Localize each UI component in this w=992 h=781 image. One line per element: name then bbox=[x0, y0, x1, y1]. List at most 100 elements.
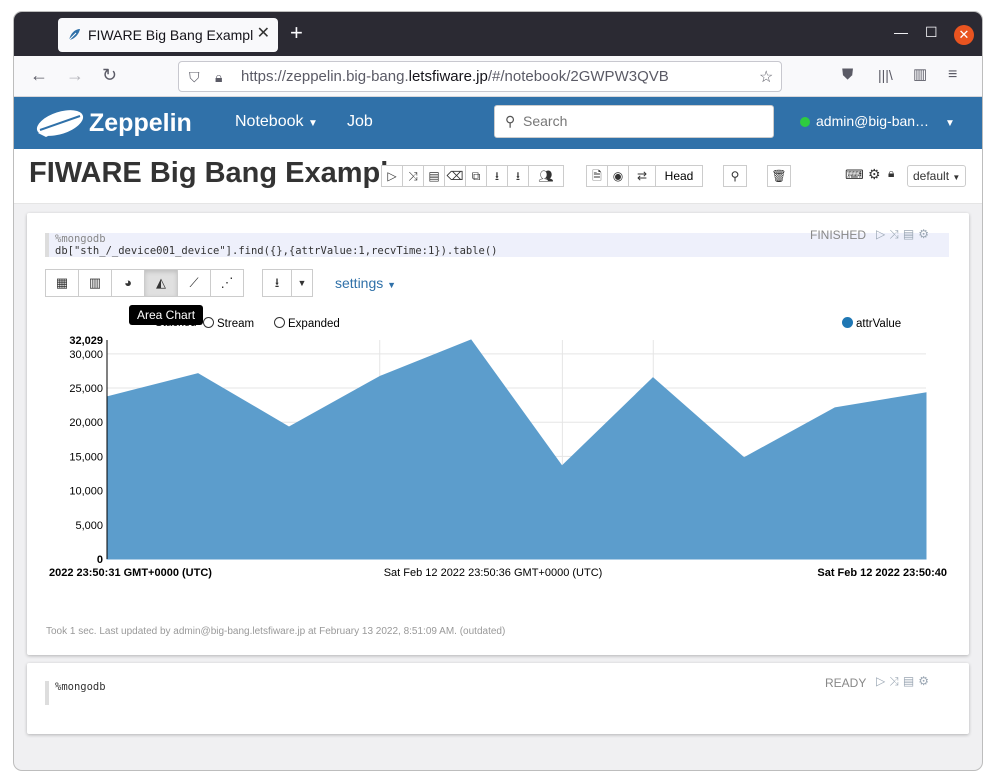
search-icon: ⚲ bbox=[505, 113, 516, 129]
shield-icon[interactable]: ⛉ bbox=[189, 69, 200, 86]
chart-settings-toggle[interactable]: settings ▼ bbox=[335, 275, 396, 291]
sidebar-icon[interactable]: ▥ bbox=[913, 65, 927, 85]
code-line-2: db["sth_/_device001_device"].find({},{at… bbox=[55, 245, 498, 257]
download-icon[interactable]: ⭳ bbox=[262, 269, 292, 297]
version-control-icon[interactable]: 🗎︎ bbox=[586, 165, 608, 187]
paragraph-1: %mongodb db["sth_/_device001_device"].fi… bbox=[27, 213, 969, 655]
permissions-icon[interactable]: 👥︎ bbox=[528, 165, 564, 187]
caret-down-icon: ▼ bbox=[944, 118, 955, 129]
new-tab-icon[interactable]: + bbox=[290, 22, 303, 44]
library-icon[interactable]: |||\ bbox=[878, 65, 893, 85]
clear-output-icon[interactable]: ⌫ bbox=[444, 165, 466, 187]
run-paragraph-icon[interactable]: ▷ bbox=[876, 674, 889, 688]
hide-editor-icon[interactable]: ⤨ bbox=[889, 227, 903, 241]
settings-gear-icon[interactable]: ⚙ bbox=[868, 166, 881, 183]
interpreter-label: default bbox=[913, 169, 950, 183]
y-tick-label: 15,000 bbox=[69, 451, 103, 463]
y-tick-label: 20,000 bbox=[69, 417, 103, 429]
user-menu[interactable]: admin@big-ban… ▼ bbox=[800, 113, 955, 129]
close-window-icon[interactable]: ✕ bbox=[954, 25, 974, 45]
scatter-chart-icon[interactable]: ⋰ bbox=[210, 269, 244, 297]
paragraph-footer: Took 1 sec. Last updated by admin@big-ba… bbox=[46, 626, 506, 637]
reload-icon[interactable]: ↻ bbox=[102, 65, 117, 85]
hide-output-paragraph-icon[interactable]: ▤ bbox=[903, 227, 918, 241]
export-icon[interactable]: ⭳ bbox=[486, 165, 508, 187]
code-line-1: %mongodb bbox=[55, 681, 106, 693]
download-caret-icon[interactable]: ▼ bbox=[291, 269, 313, 297]
run-paragraph-icon[interactable]: ▷ bbox=[876, 227, 889, 241]
browser-tab[interactable]: FIWARE Big Bang Exampl ✕ bbox=[58, 18, 278, 52]
area-chart: 0 5,000 10,000 15,000 20,000 25,000 30,000 32,… bbox=[49, 335, 947, 579]
notebook-title[interactable]: FIWARE Big Bang Example bbox=[29, 157, 404, 190]
y-axis-ticks: 0 5,000 10,000 15,000 20,000 25,000 30,000 bbox=[69, 349, 103, 566]
hide-editor-icon[interactable]: ⤨ bbox=[889, 674, 903, 688]
search-placeholder: Search bbox=[523, 113, 568, 129]
url-prefix: https://zeppelin.big-bang. bbox=[241, 68, 409, 85]
back-icon[interactable]: ← bbox=[30, 65, 48, 85]
bookmark-star-icon[interactable]: ☆ bbox=[759, 67, 773, 87]
paragraph-settings-icon[interactable]: ⚙ bbox=[918, 227, 933, 241]
line-chart-icon[interactable]: ⟋ bbox=[177, 269, 211, 297]
url-bar[interactable]: ⛉ 🔒︎ https://zeppelin.big-bang. letsfiwar… bbox=[178, 61, 782, 92]
hide-output-icon[interactable]: ▤ bbox=[423, 165, 445, 187]
zeppelin-brand[interactable]: Zeppelin bbox=[89, 109, 192, 138]
caret-down-icon: ▼ bbox=[307, 118, 318, 129]
paragraph-settings-icon[interactable]: ⚙ bbox=[918, 674, 933, 688]
y-max-label: 32,029 bbox=[69, 335, 103, 347]
commit-icon[interactable]: ◉ bbox=[607, 165, 629, 187]
paragraph-2-status: READY bbox=[825, 676, 867, 690]
online-status-icon bbox=[800, 117, 810, 128]
maximize-icon[interactable]: ☐ bbox=[925, 24, 938, 41]
search-input[interactable]: ⚲ Search bbox=[494, 105, 774, 138]
minimize-icon[interactable]: — bbox=[894, 24, 908, 40]
compare-icon[interactable]: ⇄ bbox=[628, 165, 656, 187]
hide-code-icon[interactable]: ⤨ bbox=[402, 165, 424, 187]
job-menu[interactable]: Job bbox=[347, 113, 373, 131]
nav-bar: ← → ↻ ⛉ 🔒︎ https://zeppelin.big-bang. let… bbox=[14, 56, 982, 97]
clone-icon[interactable]: ⧉ bbox=[465, 165, 487, 187]
settings-label: settings bbox=[335, 275, 384, 291]
x-label-left: 2022 23:50:31 GMT+0000 (UTC) bbox=[49, 567, 212, 579]
browser-window: FIWARE Big Bang Exampl ✕ + — ☐ ✕ ← → ↻ ⛉… bbox=[14, 12, 982, 770]
run-all-icon[interactable]: ▷ bbox=[381, 165, 403, 187]
y-tick-label: 5,000 bbox=[75, 520, 103, 532]
trash-icon[interactable]: 🗑︎ bbox=[767, 165, 791, 187]
paragraph-2: %mongodb READY ▷⤨▤⚙ bbox=[27, 663, 969, 734]
pie-chart-icon[interactable]: ◕ bbox=[111, 269, 145, 297]
export-ipynb-icon[interactable]: ⭳ bbox=[507, 165, 529, 187]
y-tick-label: 30,000 bbox=[69, 349, 103, 361]
url-suffix: /#/notebook/2GWPW3QVB bbox=[487, 68, 669, 85]
keyboard-shortcut-icon[interactable]: ⌨ bbox=[845, 167, 864, 183]
tab-title: FIWARE Big Bang Exampl bbox=[88, 27, 254, 43]
area-series-attrValue[interactable] bbox=[106, 339, 927, 560]
zeppelin-favicon-icon bbox=[68, 29, 80, 41]
search-code-icon[interactable]: ⚲ bbox=[723, 165, 747, 187]
paragraph-2-controls: ▷⤨▤⚙ bbox=[876, 674, 933, 689]
pocket-icon[interactable]: ⛊ bbox=[842, 65, 853, 85]
forward-icon[interactable]: → bbox=[66, 65, 84, 85]
lock-notebook-icon[interactable]: 🔒︎ bbox=[888, 166, 894, 181]
y-tick-label: 10,000 bbox=[69, 486, 103, 498]
area-chart-icon[interactable]: ◭ bbox=[144, 269, 178, 297]
caret-down-icon: ▼ bbox=[952, 173, 961, 182]
hide-output-paragraph-icon[interactable]: ▤ bbox=[903, 674, 918, 688]
table-view-icon[interactable]: ▦ bbox=[45, 269, 79, 297]
x-label-right: Sat Feb 12 2022 23:50:40 bbox=[817, 567, 947, 579]
paragraph-status: FINISHED bbox=[810, 228, 867, 242]
tab-close-icon[interactable]: ✕ bbox=[257, 26, 270, 42]
bar-chart-icon[interactable]: ▥ bbox=[78, 269, 112, 297]
head-button[interactable]: Head bbox=[655, 165, 703, 187]
code-editor-2[interactable]: %mongodb bbox=[45, 681, 949, 705]
x-label-mid: Sat Feb 12 2022 23:50:36 GMT+0000 (UTC) bbox=[384, 567, 603, 579]
url-host: letsfiware.jp bbox=[408, 68, 488, 85]
zeppelin-header: Zeppelin Notebook ▼ Job ⚲ Search admin@bi… bbox=[14, 97, 982, 149]
interpreter-dropdown[interactable]: default ▼ bbox=[907, 165, 966, 187]
zeppelin-logo-icon[interactable] bbox=[32, 106, 86, 140]
tab-strip: FIWARE Big Bang Exampl ✕ + — ☐ ✕ bbox=[14, 12, 982, 56]
paragraph-controls: ▷⤨▤⚙ bbox=[876, 227, 933, 242]
notebook-toolbar: FIWARE Big Bang Example ▷ ⤨ ▤ ⌫ ⧉ ⭳ ⭳ 👥︎… bbox=[14, 149, 982, 204]
menu-icon[interactable]: ≡ bbox=[948, 65, 957, 85]
lock-icon[interactable]: 🔒︎ bbox=[215, 69, 222, 86]
notebook-menu[interactable]: Notebook ▼ bbox=[235, 113, 318, 131]
y-tick-label: 0 bbox=[97, 554, 103, 566]
